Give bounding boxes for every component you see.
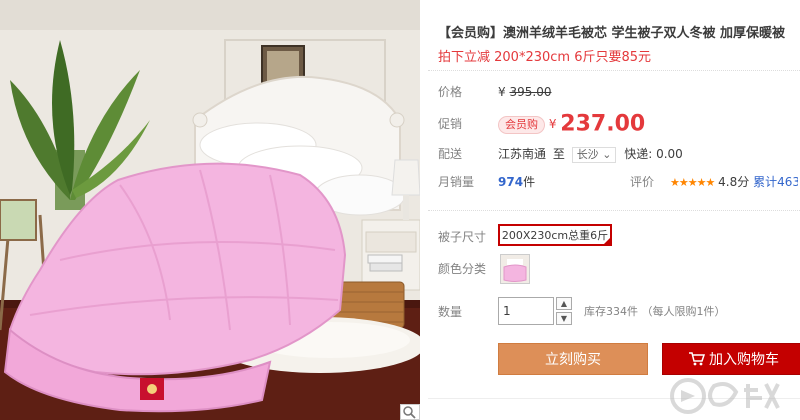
promo-currency: ¥	[548, 117, 557, 131]
sales-unit: 件	[523, 175, 536, 189]
ship-to-word: 至	[552, 147, 565, 161]
magnifier-icon[interactable]	[400, 404, 420, 420]
color-label: 颜色分类	[438, 262, 487, 276]
check-corner-icon	[602, 236, 612, 246]
quantity-label: 数量	[438, 305, 463, 319]
original-currency: ¥	[498, 85, 506, 99]
cumulative-reviews-link[interactable]: 累计463	[753, 175, 798, 189]
add-to-cart-label: 加入购物车	[709, 352, 779, 368]
rating-stars-icon: ★★★★★	[670, 176, 715, 189]
cart-icon	[689, 352, 705, 366]
ship-from: 江苏南通	[498, 147, 547, 161]
quantity-increase-button[interactable]: ▲	[556, 297, 572, 310]
promo-price: 237.00	[560, 111, 646, 137]
destination-city-select[interactable]: 长沙 ⌄	[571, 146, 617, 163]
bedroom-photo	[0, 0, 420, 420]
monthly-sales-count: 974	[498, 175, 524, 189]
destination-city: 长沙	[576, 147, 599, 161]
promo-label: 促销	[438, 117, 463, 131]
shipping-label: 配送	[438, 147, 463, 161]
watermark-logo	[670, 378, 780, 414]
promo-badge: 会员购	[498, 115, 545, 134]
section-divider	[428, 210, 800, 211]
color-option-thumbnail[interactable]	[500, 254, 530, 284]
price-properties: 价格 ¥ 395.00 促销 会员购 ¥ 237.00 配送 江苏南通 至 长沙…	[428, 70, 800, 200]
buy-now-button[interactable]: 立刻购买	[498, 343, 648, 375]
size-label: 被子尺寸	[438, 230, 487, 244]
express-fee: 快递: 0.00	[624, 147, 683, 161]
chevron-down-icon: ⌄	[602, 147, 612, 161]
monthly-sales-label: 月销量	[438, 175, 475, 189]
size-option-text: 200X230cm总重6斤	[501, 229, 609, 242]
rating-score: 4.8分	[718, 175, 750, 189]
product-main-image[interactable]	[0, 0, 420, 420]
product-info-panel: 【会员购】澳洲羊绒羊毛被芯 学生被子双人冬被 加厚保暖被 拍下立减 200*23…	[428, 0, 800, 420]
product-subtitle: 拍下立减 200*230cm 6斤只要85元	[438, 50, 652, 65]
quantity-input[interactable]: 1	[498, 297, 554, 325]
stock-info: 库存334件 （每人限购1件）	[584, 305, 726, 318]
add-to-cart-button[interactable]: 加入购物车	[662, 343, 800, 375]
product-title: 【会员购】澳洲羊绒羊毛被芯 学生被子双人冬被 加厚保暖被	[438, 26, 786, 41]
rating-label: 评价	[630, 175, 655, 189]
size-option-selected[interactable]: 200X230cm总重6斤	[498, 224, 612, 246]
original-price: 395.00	[509, 85, 552, 99]
quantity-decrease-button[interactable]: ▼	[556, 312, 572, 325]
original-price-label: 价格	[438, 85, 463, 99]
